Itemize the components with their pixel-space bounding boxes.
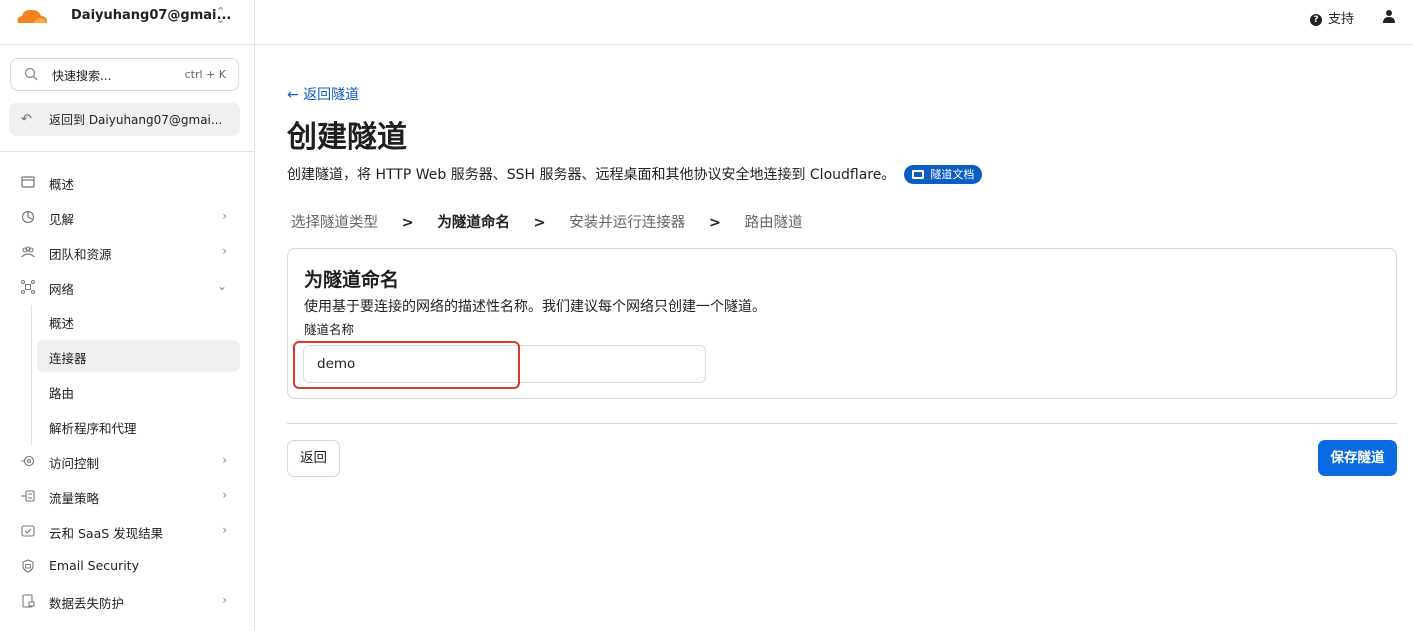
sidebar-item-cloud-saas[interactable]: 云和 SaaS 发现结果 › xyxy=(9,515,240,547)
sidebar-subitem-label: 概述 xyxy=(49,316,75,331)
back-to-account-button[interactable]: ↶ 返回到 Daiyuhang07@gmai... xyxy=(9,103,240,136)
sidebar-subitem-label: 解析程序和代理 xyxy=(49,421,137,436)
chevron-right-icon: › xyxy=(222,209,227,223)
quick-search[interactable]: 快速搜索... ctrl + K xyxy=(10,58,239,91)
access-icon xyxy=(21,455,35,467)
save-tunnel-button[interactable]: 保存隧道 xyxy=(1318,440,1397,476)
name-tunnel-card: 为隧道命名 使用基于要连接的网络的描述性名称。我们建议每个网络只创建一个隧道。 … xyxy=(287,248,1397,399)
page-description: 创建隧道，将 HTTP Web 服务器、SSH 服务器、远程桌面和其他协议安全地… xyxy=(287,164,983,184)
support-button[interactable]: ? 支持 xyxy=(1309,8,1354,27)
sidebar-item-label: 数据丢失防护 xyxy=(49,596,125,611)
sidebar-subitem-routes[interactable]: 路由 xyxy=(37,375,240,407)
email-shield-icon xyxy=(22,559,34,573)
return-arrow-icon: ↶ xyxy=(21,112,32,127)
sidebar-subitem-connectors[interactable]: 连接器 xyxy=(37,340,240,372)
user-icon[interactable] xyxy=(1381,8,1397,24)
data-lock-icon xyxy=(22,594,35,608)
stepper: 选择隧道类型 > 为隧道命名 > 安装并运行连接器 > 路由隧道 xyxy=(291,211,803,232)
search-placeholder: 快速搜索... xyxy=(52,69,112,83)
footer-divider xyxy=(287,423,1397,424)
sidebar-divider xyxy=(0,151,254,152)
network-icon xyxy=(21,280,35,294)
step-route-tunnel: 路由隧道 xyxy=(744,215,803,231)
search-shortcut: ctrl + K xyxy=(184,68,226,81)
people-icon xyxy=(21,246,35,258)
sidebar-item-network[interactable]: 网络 ⌄ xyxy=(9,271,240,303)
page-title: 创建隧道 xyxy=(287,120,407,155)
top-bar: ? 支持 xyxy=(255,0,1413,45)
step-separator: > xyxy=(401,215,414,231)
sidebar: Daiyuhang07@gmai... ⌃ ⌄ 快速搜索... ctrl + K … xyxy=(0,0,255,631)
sidebar-item-overview[interactable]: 概述 xyxy=(9,166,240,198)
chevron-right-icon: › xyxy=(222,593,227,607)
step-separator: > xyxy=(533,215,546,231)
annotation-highlight-box xyxy=(293,341,520,389)
sidebar-item-label: 访问控制 xyxy=(49,456,100,471)
chart-pie-icon xyxy=(21,210,35,224)
sidebar-item-access-control[interactable]: 访问控制 › xyxy=(9,445,240,477)
chevron-right-icon: › xyxy=(222,453,227,467)
description-text: 创建隧道，将 HTTP Web 服务器、SSH 服务器、远程桌面和其他协议安全地… xyxy=(287,167,896,183)
submenu-guide-line xyxy=(31,305,32,445)
help-icon: ? xyxy=(1309,14,1322,26)
chevron-right-icon: › xyxy=(222,488,227,502)
back-to-tunnels-link[interactable]: ← 返回隧道 xyxy=(287,84,359,104)
cloudflare-logo xyxy=(17,9,47,23)
step-separator: > xyxy=(708,215,722,231)
chevron-right-icon: › xyxy=(222,244,227,258)
sidebar-subitem-label: 连接器 xyxy=(49,351,87,366)
step-name-tunnel: 为隧道命名 xyxy=(437,215,510,231)
window-icon xyxy=(21,176,35,188)
sidebar-subitem-label: 路由 xyxy=(49,386,75,401)
back-to-account-label: 返回到 Daiyuhang07@gmai... xyxy=(49,113,223,127)
search-icon xyxy=(24,67,38,81)
support-label: 支持 xyxy=(1327,12,1354,27)
sidebar-item-label: Email Security xyxy=(49,558,139,573)
sidebar-subitem-resolvers[interactable]: 解析程序和代理 xyxy=(37,410,240,442)
card-title: 为隧道命名 xyxy=(304,269,400,291)
sidebar-item-label: 概述 xyxy=(49,177,75,192)
sidebar-item-label: 见解 xyxy=(49,212,75,227)
chevron-up-down-icon: ⌃ ⌄ xyxy=(216,5,226,26)
book-icon xyxy=(912,170,925,179)
sidebar-item-label: 流量策略 xyxy=(49,491,100,506)
chevron-down-icon: ⌄ xyxy=(216,279,227,293)
chevron-right-icon: › xyxy=(222,523,227,537)
sidebar-item-traffic-policies[interactable]: 流量策略 › xyxy=(9,480,240,512)
sidebar-item-label: 团队和资源 xyxy=(49,247,112,262)
tunnel-docs-badge[interactable]: 隧道文档 xyxy=(904,165,983,184)
sidebar-item-dlp[interactable]: 数据丢失防护 › xyxy=(9,585,240,617)
card-subtitle: 使用基于要连接的网络的描述性名称。我们建议每个网络只创建一个隧道。 xyxy=(304,299,766,315)
sidebar-item-label: 网络 xyxy=(49,282,75,297)
back-button[interactable]: 返回 xyxy=(287,440,340,477)
sidebar-item-teams[interactable]: 团队和资源 › xyxy=(9,236,240,268)
sidebar-item-label: 云和 SaaS 发现结果 xyxy=(49,526,164,541)
tunnel-name-label: 隧道名称 xyxy=(304,322,355,337)
cloud-check-icon xyxy=(21,525,35,537)
sidebar-item-email-security[interactable]: Email Security xyxy=(9,550,240,582)
step-select-type: 选择隧道类型 xyxy=(291,215,378,231)
sidebar-item-insights[interactable]: 见解 › xyxy=(9,201,240,233)
tunnel-docs-label: 隧道文档 xyxy=(930,168,975,181)
sidebar-subitem-overview[interactable]: 概述 xyxy=(37,305,240,337)
step-install-connector: 安装并运行连接器 xyxy=(569,215,686,231)
traffic-icon xyxy=(21,490,35,502)
account-switcher[interactable]: Daiyuhang07@gmai... ⌃ ⌄ xyxy=(0,0,254,45)
account-name: Daiyuhang07@gmai... xyxy=(71,8,232,23)
